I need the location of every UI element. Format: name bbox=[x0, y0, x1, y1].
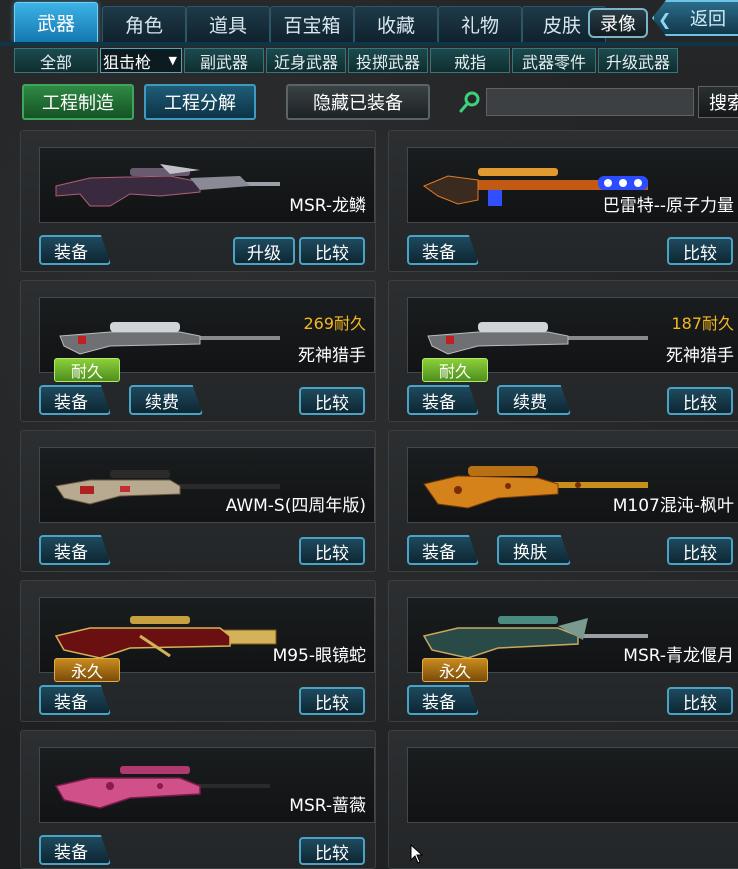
weapon-card: AWM-S(四周年版) 装备 比较 bbox=[20, 430, 376, 572]
weapon-name: 巴雷特--原子力量 bbox=[602, 196, 734, 216]
equip-button[interactable]: 装备 bbox=[407, 235, 479, 265]
weapon-type-select[interactable]: 狙击枪 ▼ bbox=[100, 48, 182, 73]
compare-button[interactable]: 比较 bbox=[299, 687, 365, 715]
weapon-card: MSR-龙鳞 装备 升级 比较 bbox=[20, 130, 376, 272]
equip-button[interactable]: 装备 bbox=[39, 835, 111, 865]
record-button[interactable]: 录像 bbox=[588, 8, 648, 38]
weapon-display: 269耐久 死神猎手 耐久 bbox=[39, 297, 375, 382]
weapon-display: MSR-青龙偃月 永久 bbox=[407, 597, 738, 682]
weapon-card: 269耐久 死神猎手 耐久 装备 续费 比较 bbox=[20, 280, 376, 422]
compare-button[interactable]: 比较 bbox=[667, 237, 733, 265]
tab-gifts[interactable]: 礼物 bbox=[438, 6, 522, 42]
compare-button[interactable]: 比较 bbox=[299, 237, 365, 265]
durability-text: 187耐久 bbox=[671, 314, 734, 333]
permanent-badge: 永久 bbox=[422, 658, 488, 682]
compare-button[interactable]: 比较 bbox=[667, 387, 733, 415]
weapon-display: AWM-S(四周年版) bbox=[39, 447, 375, 523]
back-arrow-icon: ❮ bbox=[658, 10, 672, 29]
mouse-cursor-icon bbox=[410, 844, 424, 864]
filter-all[interactable]: 全部 bbox=[14, 48, 98, 73]
weapon-name: MSR-青龙偃月 bbox=[623, 646, 734, 666]
filter-upgrade-weapons[interactable]: 升级武器 bbox=[598, 48, 678, 73]
filter-melee[interactable]: 近身武器 bbox=[266, 48, 346, 73]
weapon-display: MSR-蔷薇 bbox=[39, 747, 375, 823]
equip-button[interactable]: 装备 bbox=[407, 685, 479, 715]
equip-button[interactable]: 装备 bbox=[407, 385, 479, 415]
weapon-card: M95-眼镜蛇 永久 装备 比较 bbox=[20, 580, 376, 722]
equip-button[interactable]: 装备 bbox=[39, 235, 111, 265]
search-input[interactable] bbox=[486, 88, 694, 116]
dropdown-arrow-icon: ▼ bbox=[168, 54, 177, 67]
renew-button[interactable]: 续费 bbox=[129, 385, 203, 415]
filter-throwing[interactable]: 投掷武器 bbox=[348, 48, 428, 73]
tab-characters[interactable]: 角色 bbox=[102, 6, 186, 42]
filter-secondary[interactable]: 副武器 bbox=[184, 48, 264, 73]
weapon-type-select-value: 狙击枪 bbox=[103, 52, 152, 72]
weapon-display: M95-眼镜蛇 永久 bbox=[39, 597, 375, 682]
category-filter-bar: 全部 狙击枪 ▼ 副武器 近身武器 投掷武器 戒指 武器零件 升级武器 bbox=[14, 48, 738, 74]
compare-button[interactable]: 比较 bbox=[299, 537, 365, 565]
durability-badge: 耐久 bbox=[54, 358, 120, 382]
weapon-card: MSR-蔷薇 装备 比较 bbox=[20, 730, 376, 869]
compare-button[interactable]: 比较 bbox=[299, 837, 365, 865]
weapon-name: M95-眼镜蛇 bbox=[272, 646, 366, 666]
equip-button[interactable]: 装备 bbox=[39, 535, 111, 565]
weapon-card: M107混沌-枫叶 装备 换肤 比较 bbox=[388, 430, 738, 572]
upgrade-button[interactable]: 升级 bbox=[233, 237, 295, 265]
renew-button[interactable]: 续费 bbox=[497, 385, 571, 415]
tab-treasure-box[interactable]: 百宝箱 bbox=[270, 6, 354, 42]
compare-button[interactable]: 比较 bbox=[299, 387, 365, 415]
equip-button[interactable]: 装备 bbox=[407, 535, 479, 565]
sniper-rifle-icon bbox=[54, 616, 277, 659]
weapon-card: 187耐久 死神猎手 耐久 装备 续费 比较 bbox=[388, 280, 738, 422]
sniper-rifle-icon bbox=[55, 164, 280, 207]
hide-equipped-button[interactable]: 隐藏已装备 bbox=[286, 84, 430, 120]
durability-badge: 耐久 bbox=[422, 358, 488, 382]
tab-weapons[interactable]: 武器 bbox=[14, 2, 98, 42]
equip-button[interactable]: 装备 bbox=[39, 385, 111, 415]
sniper-rifle-icon bbox=[54, 766, 270, 809]
back-label: 返回 bbox=[690, 9, 726, 30]
tab-items[interactable]: 道具 bbox=[186, 6, 270, 42]
tab-underline bbox=[0, 42, 738, 46]
change-skin-button[interactable]: 换肤 bbox=[497, 535, 571, 565]
weapon-name: MSR-龙鳞 bbox=[289, 196, 366, 216]
weapon-name: MSR-蔷薇 bbox=[289, 796, 366, 816]
weapon-display: 187耐久 死神猎手 耐久 bbox=[407, 297, 738, 382]
back-button[interactable]: ❮ 返回 bbox=[652, 0, 738, 36]
weapon-name: 死神猎手 bbox=[666, 346, 734, 366]
weapon-card: 巴雷特--原子力量 装备 比较 bbox=[388, 130, 738, 272]
equip-button[interactable]: 装备 bbox=[39, 685, 111, 715]
empty-weapon-slot bbox=[388, 730, 738, 869]
sniper-rifle-icon bbox=[427, 322, 648, 355]
compare-button[interactable]: 比较 bbox=[667, 537, 733, 565]
compare-button[interactable]: 比较 bbox=[667, 687, 733, 715]
weapon-display: 巴雷特--原子力量 bbox=[407, 147, 738, 223]
sniper-rifle-icon bbox=[422, 616, 648, 659]
weapon-name: 死神猎手 bbox=[298, 346, 366, 366]
durability-text: 269耐久 bbox=[303, 314, 366, 333]
tab-favorites[interactable]: 收藏 bbox=[354, 6, 438, 42]
filter-weapon-parts[interactable]: 武器零件 bbox=[512, 48, 596, 73]
craft-button[interactable]: 工程制造 bbox=[22, 84, 134, 120]
weapon-name: AWM-S(四周年版) bbox=[225, 496, 366, 516]
weapon-display: MSR-龙鳞 bbox=[39, 147, 375, 223]
search-icon bbox=[459, 91, 480, 113]
sniper-rifle-icon bbox=[59, 322, 280, 355]
weapon-display: M107混沌-枫叶 bbox=[407, 447, 738, 523]
filter-rings[interactable]: 戒指 bbox=[430, 48, 510, 73]
permanent-badge: 永久 bbox=[54, 658, 120, 682]
decompose-button[interactable]: 工程分解 bbox=[144, 84, 256, 120]
empty-display bbox=[407, 747, 738, 823]
weapon-card: MSR-青龙偃月 永久 装备 比较 bbox=[388, 580, 738, 722]
search-button[interactable]: 搜索 bbox=[698, 86, 738, 118]
weapon-name: M107混沌-枫叶 bbox=[612, 496, 734, 516]
